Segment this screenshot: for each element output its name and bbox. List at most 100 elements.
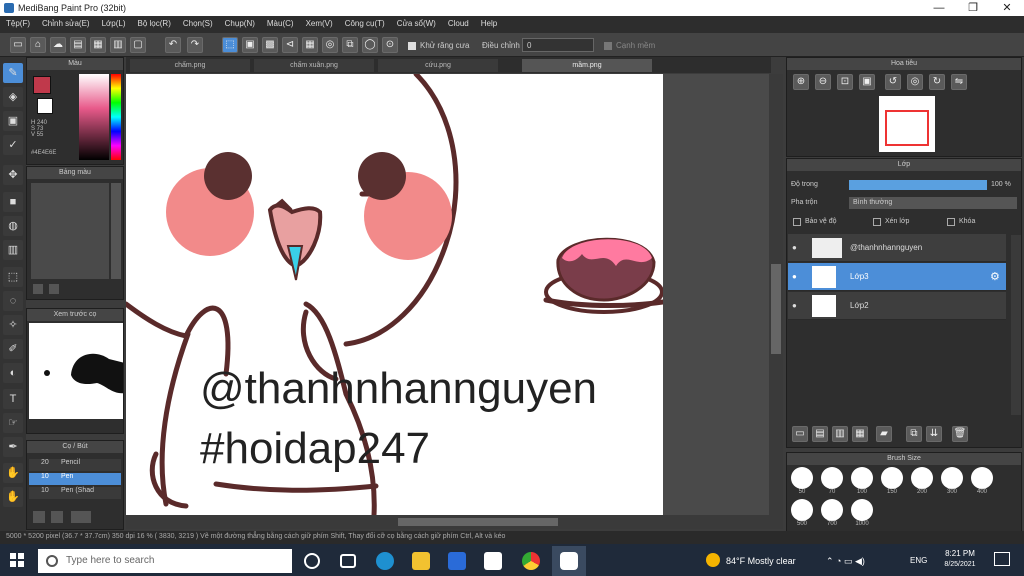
select-rect-icon[interactable]: ⬚ bbox=[222, 37, 238, 53]
notification-icon[interactable] bbox=[994, 552, 1010, 566]
rotate-left-icon[interactable]: ↺ bbox=[885, 74, 901, 90]
language-indicator[interactable]: ENG bbox=[910, 556, 927, 565]
menu-window[interactable]: Cửa sổ(W) bbox=[391, 16, 442, 28]
tab-doc-4[interactable]: mầm.png bbox=[522, 59, 652, 72]
maximize-button[interactable]: ❐ bbox=[956, 0, 990, 16]
eye-icon[interactable]: ● bbox=[792, 243, 797, 252]
layer-row[interactable]: ● Lớp2 bbox=[788, 292, 1006, 320]
select-eraser-tool-icon[interactable]: ◐ bbox=[3, 363, 23, 383]
menu-filter[interactable]: Bộ lọc(R) bbox=[132, 16, 177, 28]
minimize-button[interactable]: — bbox=[922, 0, 956, 16]
brush-tool-icon[interactable]: ✎ bbox=[3, 63, 23, 83]
brush-size-option[interactable]: 300 bbox=[941, 467, 963, 495]
brush-size-option[interactable]: 150 bbox=[881, 467, 903, 495]
brush-add-icon[interactable] bbox=[33, 511, 45, 523]
cloud-icon[interactable]: ☁ bbox=[50, 37, 66, 53]
edge-checkbox[interactable] bbox=[604, 42, 612, 50]
rotate-reset-icon[interactable]: ◎ bbox=[907, 74, 923, 90]
brush-size-option[interactable]: 500 bbox=[791, 499, 813, 527]
vertical-scroll-thumb[interactable] bbox=[771, 264, 781, 354]
tab-doc-1[interactable]: chấm.png bbox=[130, 59, 250, 72]
gradient-tool-icon[interactable]: ▥ bbox=[3, 240, 23, 260]
medibang-taskbar-button[interactable] bbox=[552, 546, 586, 576]
vertical-scrollbar[interactable] bbox=[769, 74, 783, 515]
palette-add-icon[interactable] bbox=[33, 284, 43, 294]
menu-snap[interactable]: Chụp(N) bbox=[219, 16, 261, 28]
actual-size-icon[interactable]: ▣ bbox=[859, 74, 875, 90]
layer-settings-icon[interactable]: ⚙ bbox=[990, 270, 1000, 283]
horizontal-scrollbar[interactable] bbox=[126, 515, 783, 529]
share-icon[interactable]: ▤ bbox=[70, 37, 86, 53]
new-halftone-layer-icon[interactable]: ▤ bbox=[812, 426, 828, 442]
rotate-right-icon[interactable]: ↻ bbox=[929, 74, 945, 90]
brush-size-option[interactable]: 100 bbox=[851, 467, 873, 495]
select-tool-icon[interactable]: ⬚ bbox=[3, 267, 23, 287]
merge-layer-icon[interactable]: ⇊ bbox=[926, 426, 942, 442]
file-explorer-icon[interactable] bbox=[412, 552, 430, 570]
lock-checkbox[interactable] bbox=[947, 218, 955, 226]
magic-wand-tool-icon[interactable]: ✧ bbox=[3, 315, 23, 335]
primary-color-swatch[interactable] bbox=[33, 76, 51, 94]
stabilize-icon[interactable]: ◯ bbox=[362, 37, 378, 53]
brush-size-option[interactable]: 200 bbox=[911, 467, 933, 495]
dot-tool-icon[interactable]: ▣ bbox=[3, 111, 23, 131]
windows-start-icon[interactable] bbox=[10, 553, 24, 567]
grid-icon[interactable]: ▦ bbox=[90, 37, 106, 53]
mail-icon[interactable] bbox=[484, 552, 502, 570]
brush-size-option[interactable]: 70 bbox=[821, 467, 843, 495]
eye-icon[interactable]: ● bbox=[792, 301, 797, 310]
system-tray-icons[interactable]: ⌃ ◔ ▭ ◀) bbox=[826, 556, 865, 567]
taskbar-search-input[interactable]: Type here to search bbox=[38, 549, 292, 573]
palette-area[interactable] bbox=[31, 183, 109, 279]
menu-view[interactable]: Xem(V) bbox=[300, 16, 339, 28]
navigator-thumbnail[interactable] bbox=[879, 96, 935, 152]
hand-tool-icon[interactable]: ✋ bbox=[3, 487, 23, 507]
duplicate-layer-icon[interactable]: ⧉ bbox=[906, 426, 922, 442]
menu-help[interactable]: Help bbox=[475, 16, 503, 28]
menu-file[interactable]: Tệp(F) bbox=[0, 16, 36, 28]
select-pen-tool-icon[interactable]: ✐ bbox=[3, 339, 23, 359]
new-1bit-layer-icon[interactable]: ▦ bbox=[852, 426, 868, 442]
select-shape-icon[interactable]: ⊲ bbox=[282, 37, 298, 53]
fill-rect-tool-icon[interactable]: ■ bbox=[3, 192, 23, 212]
menu-edit[interactable]: Chỉnh sửa(E) bbox=[36, 16, 96, 28]
brush-size-option[interactable]: 700 bbox=[821, 499, 843, 527]
horizontal-scroll-thumb[interactable] bbox=[398, 518, 558, 526]
brush-item-selected[interactable]: 10 Pen bbox=[29, 473, 121, 485]
brush-menu-icon[interactable] bbox=[71, 511, 91, 523]
saturation-square[interactable] bbox=[79, 74, 109, 160]
adjust-select[interactable]: 0 bbox=[522, 38, 594, 52]
menu-color[interactable]: Màu(C) bbox=[261, 16, 300, 28]
select-grow-icon[interactable]: ▦ bbox=[302, 37, 318, 53]
brush-size-option[interactable]: 1000 bbox=[851, 499, 873, 527]
navigator-viewport[interactable] bbox=[885, 110, 929, 146]
palette-scrollbar[interactable] bbox=[111, 183, 121, 279]
eraser-tool-icon[interactable]: ◈ bbox=[3, 87, 23, 107]
brush-settings-icon[interactable] bbox=[51, 511, 63, 523]
clock-time[interactable]: 8:21 PM bbox=[940, 549, 980, 558]
page-icon[interactable]: ▥ bbox=[110, 37, 126, 53]
new-8bit-layer-icon[interactable]: ▥ bbox=[832, 426, 848, 442]
zoom-out-icon[interactable]: ⊖ bbox=[815, 74, 831, 90]
zoom-in-icon[interactable]: ⊕ bbox=[793, 74, 809, 90]
layer-scrollbar[interactable] bbox=[1011, 235, 1021, 415]
correction-checkbox[interactable] bbox=[408, 42, 416, 50]
transform-icon[interactable]: ⧉ bbox=[342, 37, 358, 53]
fit-icon[interactable]: ⊡ bbox=[837, 74, 853, 90]
delete-layer-icon[interactable]: 🗑 bbox=[952, 426, 968, 442]
snap-icon[interactable]: ⊙ bbox=[382, 37, 398, 53]
move-tool-icon[interactable]: ✥ bbox=[3, 165, 23, 185]
tab-doc-2[interactable]: chấm xuân.png bbox=[254, 59, 374, 72]
palette-delete-icon[interactable] bbox=[49, 284, 59, 294]
undo-icon[interactable]: ↶ bbox=[165, 37, 181, 53]
secondary-color-swatch[interactable] bbox=[37, 98, 53, 114]
brush-item[interactable]: 20 Pencil bbox=[29, 459, 121, 471]
layer-row-selected[interactable]: ● Lớp3 ⚙ bbox=[788, 263, 1006, 291]
protect-checkbox[interactable] bbox=[793, 218, 801, 226]
flip-icon[interactable]: ⇋ bbox=[951, 74, 967, 90]
chrome-icon[interactable] bbox=[522, 552, 540, 570]
close-button[interactable]: ✕ bbox=[990, 0, 1024, 16]
select-invert-icon[interactable]: ▩ bbox=[262, 37, 278, 53]
zoom-tool-icon[interactable]: ✋ bbox=[3, 463, 23, 483]
text-tool-icon[interactable]: T bbox=[3, 389, 23, 409]
